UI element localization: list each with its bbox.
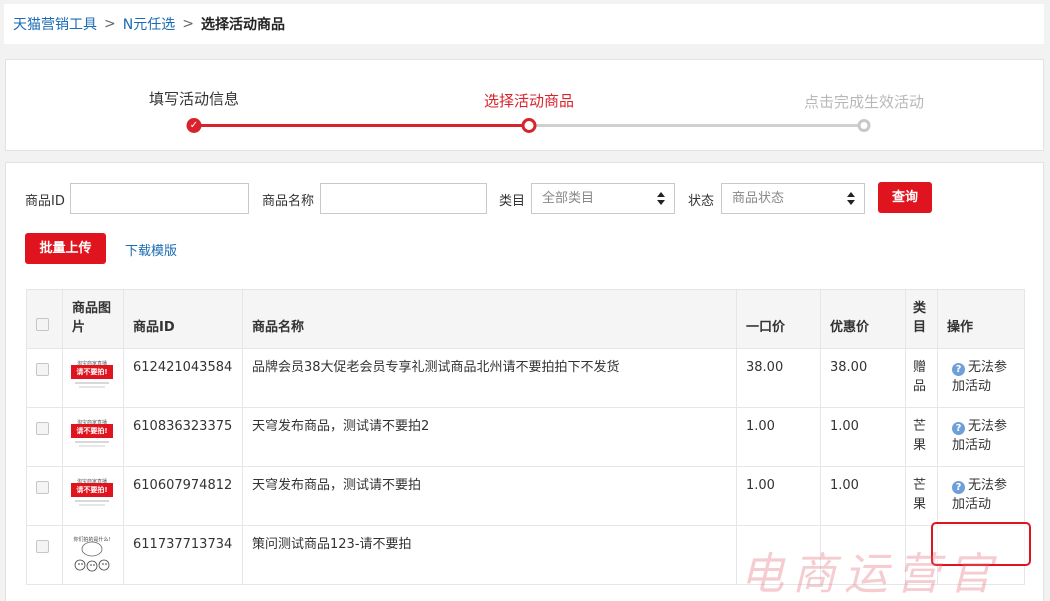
product-image-cell: 你们拍的是什么! xyxy=(62,525,124,585)
row-checkbox[interactable] xyxy=(36,422,49,435)
row-select-cell xyxy=(26,407,63,467)
category-label: 类目 xyxy=(499,194,526,209)
thumbnail-banner: 请不要拍! xyxy=(71,424,113,438)
row-select-cell xyxy=(26,466,63,526)
thumbnail-line xyxy=(75,500,109,502)
thumbnail-banner: 请不要拍! xyxy=(71,483,113,497)
download-template-link[interactable]: 下载模版 xyxy=(125,240,177,259)
table-row: 淘宝商家直播 请不要拍! 610836323375 天穹发布商品，测试请不要拍2… xyxy=(26,407,1025,467)
row-checkbox[interactable] xyxy=(36,481,49,494)
table-row: 淘宝商家直播 请不要拍! 610607974812 天穹发布商品，测试请不要拍 … xyxy=(26,466,1025,526)
select-all-checkbox[interactable] xyxy=(36,318,49,331)
product-id-cell: 611737713734 xyxy=(123,525,243,585)
query-button[interactable]: 查询 xyxy=(878,182,932,213)
product-name-cell: 天穹发布商品，测试请不要拍 xyxy=(242,466,737,526)
promo-price-cell: 1.00 xyxy=(820,407,906,467)
thumbnail-line xyxy=(79,445,105,447)
product-thumbnail[interactable]: 淘宝商家直播 请不要拍! xyxy=(71,472,113,514)
row-checkbox[interactable] xyxy=(36,363,49,376)
product-selection-panel: 商品ID 商品名称 类目 全部类目 状态 商品状态 查询 批量上传 下载模版 商… xyxy=(5,162,1044,601)
column-header-name: 商品名称 xyxy=(242,289,737,349)
step-3-label: 点击完成生效活动 xyxy=(803,93,925,111)
column-header-operation: 操作 xyxy=(937,289,1025,349)
product-image-cell: 淘宝商家直播 请不要拍! xyxy=(62,466,124,526)
column-header-image: 商品图片 xyxy=(62,289,124,349)
table-header-row: 商品图片 商品ID 商品名称 一口价 优惠价 类目 操作 xyxy=(26,289,1025,349)
breadcrumb: 天猫营销工具 > N元任选 > 选择活动商品 xyxy=(4,4,1044,44)
help-question-icon[interactable]: ? xyxy=(952,422,965,435)
help-question-icon[interactable]: ? xyxy=(952,363,965,376)
category-cell: 芒果 xyxy=(905,466,938,526)
status-label: 状态 xyxy=(688,194,715,209)
thumbnail-line xyxy=(79,504,105,506)
column-header-price: 一口价 xyxy=(736,289,821,349)
product-image-cell: 淘宝商家直播 请不要拍! xyxy=(62,348,124,408)
batch-upload-button[interactable]: 批量上传 xyxy=(25,233,106,264)
thumbnail-line xyxy=(79,386,105,388)
column-header-promo-price: 优惠价 xyxy=(820,289,906,349)
breadcrumb-n-yuan-pick[interactable]: N元任选 xyxy=(123,14,175,34)
step-3-pending-icon xyxy=(857,119,871,132)
thumbnail-banner: 请不要拍! xyxy=(71,365,113,379)
step-line-pending xyxy=(528,124,864,127)
product-thumbnail[interactable]: 淘宝商家直播 请不要拍! xyxy=(71,413,113,455)
select-all-cell xyxy=(26,289,63,349)
row-checkbox[interactable] xyxy=(36,540,49,553)
product-id-input[interactable] xyxy=(70,183,249,214)
product-id-label: 商品ID xyxy=(25,194,65,209)
breadcrumb-tmall-marketing-tools[interactable]: 天猫营销工具 xyxy=(13,14,97,34)
help-question-icon[interactable]: ? xyxy=(952,481,965,494)
column-header-category: 类目 xyxy=(905,289,938,349)
category-cell: 赠品 xyxy=(905,348,938,408)
step-progress: 填写活动信息 选择活动商品 点击完成生效活动 ✓ xyxy=(5,59,1044,151)
promo-price-cell: 1.00 xyxy=(820,466,906,526)
breadcrumb-current: 选择活动商品 xyxy=(200,17,285,33)
step-line-completed xyxy=(194,124,528,127)
operation-cell: ? 无法参加活动 xyxy=(937,407,1025,467)
step-2-label: 选择活动商品 xyxy=(483,92,575,110)
product-image-cell: 淘宝商家直播 请不要拍! xyxy=(62,407,124,467)
promo-price-cell: 38.00 xyxy=(820,348,906,408)
select-arrows-icon xyxy=(657,192,665,205)
product-name-cell: 品牌会员38大促老会员专享礼测试商品北州请不要拍拍下不发货 xyxy=(242,348,737,408)
product-thumbnail[interactable]: 淘宝商家直播 请不要拍! xyxy=(71,354,113,396)
product-thumbnail[interactable]: 你们拍的是什么! xyxy=(71,531,113,573)
watermark: 电商运营官 xyxy=(740,549,1000,600)
product-id-cell: 612421043584 xyxy=(123,348,243,408)
category-select-value: 全部类目 xyxy=(542,191,595,206)
product-id-cell: 610607974812 xyxy=(123,466,243,526)
breadcrumb-separator: > xyxy=(104,16,116,32)
status-select[interactable]: 商品状态 xyxy=(721,183,865,214)
breadcrumb-separator: > xyxy=(182,16,194,32)
step-1-label: 填写活动信息 xyxy=(148,90,240,108)
price-cell: 1.00 xyxy=(736,407,821,467)
category-select[interactable]: 全部类目 xyxy=(531,183,675,214)
operation-cell: ? 无法参加活动 xyxy=(937,348,1025,408)
step-1-check-icon: ✓ xyxy=(186,118,202,133)
step-2-active-icon xyxy=(521,118,537,133)
product-name-cell: 策问测试商品123-请不要拍 xyxy=(242,525,737,585)
status-select-value: 商品状态 xyxy=(732,191,785,206)
product-name-cell: 天穹发布商品，测试请不要拍2 xyxy=(242,407,737,467)
row-select-cell xyxy=(26,348,63,408)
price-cell: 38.00 xyxy=(736,348,821,408)
row-select-cell xyxy=(26,525,63,585)
column-header-id: 商品ID xyxy=(123,289,243,349)
table-row: 淘宝商家直播 请不要拍! 612421043584 品牌会员38大促老会员专享礼… xyxy=(26,348,1025,408)
thumbnail-line xyxy=(75,441,109,443)
thumbnail-line xyxy=(75,382,109,384)
product-name-input[interactable] xyxy=(320,183,487,214)
category-cell: 芒果 xyxy=(905,407,938,467)
select-arrows-icon xyxy=(847,192,855,205)
doodle-illustration xyxy=(74,541,110,572)
price-cell: 1.00 xyxy=(736,466,821,526)
product-name-label: 商品名称 xyxy=(262,194,315,209)
product-id-cell: 610836323375 xyxy=(123,407,243,467)
operation-cell: ? 无法参加活动 xyxy=(937,466,1025,526)
